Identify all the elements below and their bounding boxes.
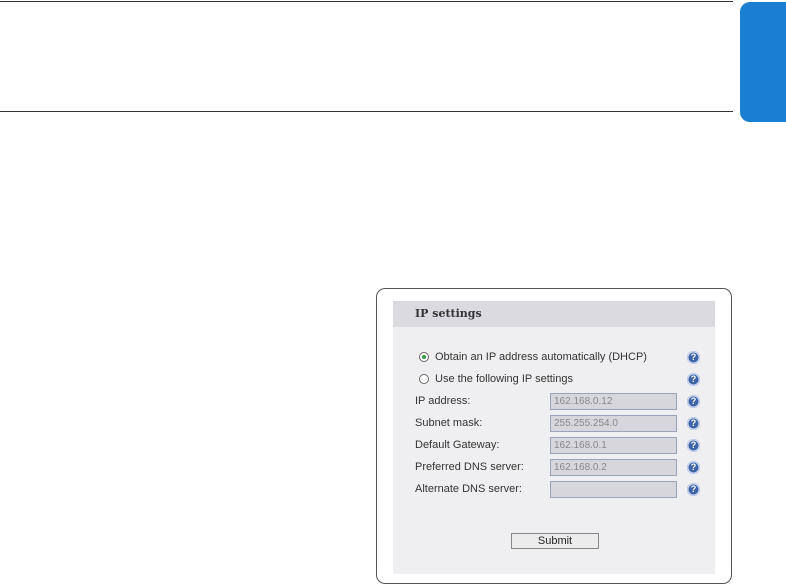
panel-title: IP settings <box>415 307 482 320</box>
help-icon[interactable]: ? <box>687 483 700 496</box>
alternate-dns-label: Alternate DNS server: <box>415 483 522 495</box>
default-gateway-label: Default Gateway: <box>415 439 500 451</box>
preferred-dns-row: Preferred DNS server: ? <box>393 459 715 477</box>
top-divider <box>0 1 733 2</box>
preferred-dns-input[interactable] <box>550 459 677 476</box>
screenshot-frame: IP settings Obtain an IP address automat… <box>376 288 732 584</box>
alternate-dns-row: Alternate DNS server: ? <box>393 481 715 499</box>
subnet-mask-row: Subnet mask: ? <box>393 415 715 433</box>
dhcp-label[interactable]: Obtain an IP address automatically (DHCP… <box>435 351 647 363</box>
ip-address-input[interactable] <box>550 393 677 410</box>
help-icon[interactable]: ? <box>687 373 700 386</box>
manual-ip-label[interactable]: Use the following IP settings <box>435 373 573 385</box>
ip-settings-panel: IP settings Obtain an IP address automat… <box>393 301 715 574</box>
help-icon[interactable]: ? <box>687 395 700 408</box>
default-gateway-row: Default Gateway: ? <box>393 437 715 455</box>
submit-button[interactable]: Submit <box>511 533 599 549</box>
help-icon[interactable]: ? <box>687 351 700 364</box>
help-icon[interactable]: ? <box>687 461 700 474</box>
dhcp-radio[interactable] <box>419 352 429 362</box>
section-divider <box>0 111 733 112</box>
ip-address-row: IP address: ? <box>393 393 715 411</box>
help-icon[interactable]: ? <box>687 439 700 452</box>
panel-header: IP settings <box>393 301 715 327</box>
help-icon[interactable]: ? <box>687 417 700 430</box>
default-gateway-input[interactable] <box>550 437 677 454</box>
preferred-dns-label: Preferred DNS server: <box>415 461 524 473</box>
side-tab-marker <box>740 2 786 122</box>
dhcp-option-row[interactable]: Obtain an IP address automatically (DHCP… <box>393 349 715 367</box>
alternate-dns-input[interactable] <box>550 481 677 498</box>
ip-address-label: IP address: <box>415 395 471 407</box>
manual-option-row[interactable]: Use the following IP settings ? <box>393 371 715 389</box>
manual-ip-radio[interactable] <box>419 374 429 384</box>
subnet-mask-label: Subnet mask: <box>415 417 483 429</box>
subnet-mask-input[interactable] <box>550 415 677 432</box>
